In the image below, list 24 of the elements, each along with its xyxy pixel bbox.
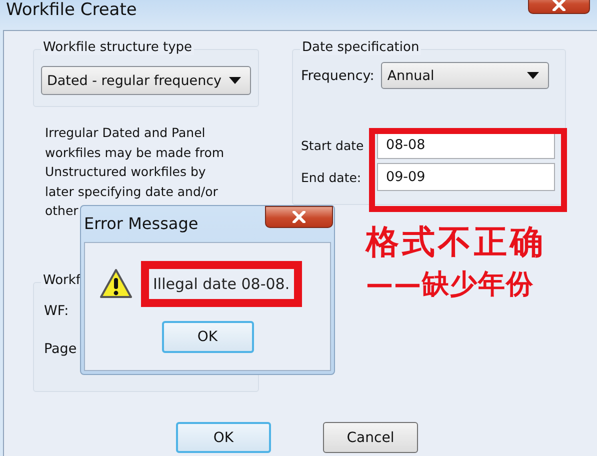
frequency-dropdown[interactable]: Annual — [381, 62, 550, 89]
caret-icon — [527, 72, 540, 79]
date-label: End date: — [301, 170, 362, 184]
close-button[interactable] — [265, 206, 333, 228]
close-icon — [292, 211, 306, 223]
close-icon — [552, 0, 566, 11]
caret-icon — [229, 77, 241, 84]
annotation-text: 格式不正确 — [366, 221, 546, 263]
error-message: Illegal date 08-08. — [153, 275, 290, 293]
group-title: Workfile structure type — [41, 40, 194, 55]
field-label: WF: — [44, 302, 69, 318]
date-field[interactable]: 09-09 — [377, 163, 555, 191]
group-title: Workf — [41, 272, 82, 288]
frequency-label: Frequency: — [301, 68, 374, 84]
warning-icon — [99, 267, 133, 301]
dialog-button[interactable]: Cancel — [323, 422, 418, 453]
dialog-button[interactable]: OK — [176, 422, 271, 453]
ok-button[interactable]: OK — [162, 321, 254, 353]
date-label: Start date — [301, 138, 364, 152]
field-label: Page — [44, 340, 77, 356]
window-title: Workfile Create — [6, 0, 137, 20]
structure-dropdown[interactable]: Dated - regular frequency — [41, 66, 251, 95]
annotation-text: ——缺少年份 — [366, 268, 534, 302]
group-title: Date specification — [300, 40, 422, 55]
